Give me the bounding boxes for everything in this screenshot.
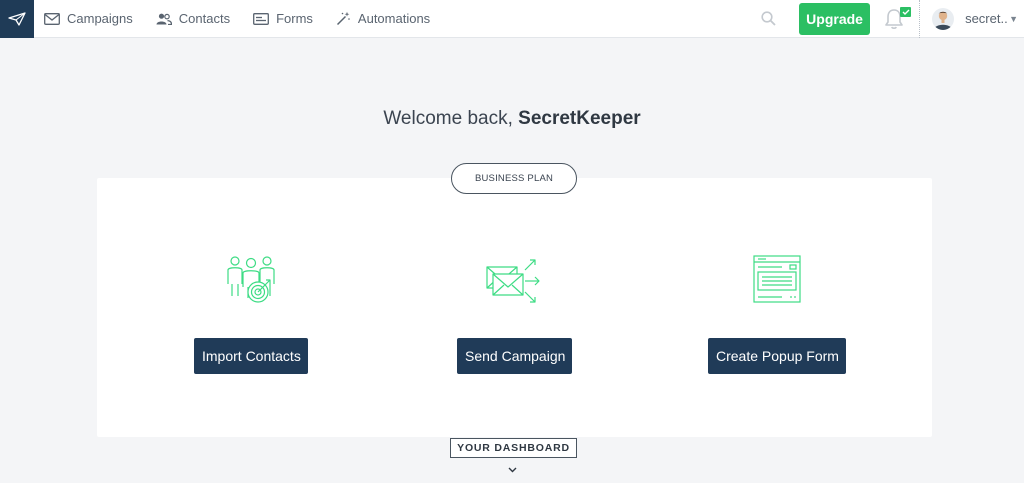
avatar <box>932 7 955 30</box>
create-popup-form-action: Create Popup Form <box>708 250 846 374</box>
notification-badge <box>900 6 912 17</box>
import-contacts-button[interactable]: Import Contacts <box>194 338 308 374</box>
search-button[interactable] <box>758 9 778 29</box>
top-navbar: Campaigns Contacts Forms Automations Upg… <box>0 0 1024 38</box>
people-icon <box>156 13 172 25</box>
welcome-prefix: Welcome back, <box>383 108 519 129</box>
user-avatar-icon <box>932 7 955 30</box>
plan-badge: BUSINESS PLAN <box>451 163 577 194</box>
import-contacts-action: Import Contacts <box>194 250 308 374</box>
welcome-username: SecretKeeper <box>518 108 641 129</box>
notifications-button[interactable] <box>883 6 912 31</box>
upgrade-button[interactable]: Upgrade <box>799 2 871 35</box>
nav-item-label: Contacts <box>178 11 231 26</box>
nav-item-contacts[interactable]: Contacts <box>156 0 230 38</box>
checkmark-icon <box>902 9 910 15</box>
logo[interactable] <box>0 0 34 38</box>
popup-form-icon <box>753 255 801 303</box>
main-nav: Campaigns Contacts Forms Automations <box>44 0 453 38</box>
dashboard-chevron-down-icon[interactable] <box>508 460 517 478</box>
nav-item-label: Automations <box>357 11 431 26</box>
send-campaign-button[interactable]: Send Campaign <box>457 338 572 374</box>
header-actions: Upgrade secret... ▼ <box>758 0 1024 38</box>
nav-item-campaigns[interactable]: Campaigns <box>44 0 133 38</box>
form-icon <box>253 12 270 25</box>
magic-wand-icon <box>336 11 350 26</box>
envelope-icon <box>44 12 60 25</box>
search-icon <box>760 11 776 26</box>
username: secret... <box>965 11 1008 26</box>
create-popup-form-button[interactable]: Create Popup Form <box>708 338 846 374</box>
paper-plane-logo-icon <box>8 11 26 26</box>
user-menu[interactable]: secret... ▼ <box>920 0 1024 38</box>
quick-actions-card <box>97 178 932 437</box>
contacts-target-icon <box>227 256 275 303</box>
nav-item-forms[interactable]: Forms <box>253 0 313 38</box>
nav-item-automations[interactable]: Automations <box>336 0 430 38</box>
nav-item-label: Forms <box>276 11 313 26</box>
welcome-heading: Welcome back, SecretKeeper <box>0 108 1024 130</box>
send-campaign-action: Send Campaign <box>457 250 572 374</box>
chevron-down-icon: ▼ <box>1009 13 1018 24</box>
send-mail-icon <box>485 259 540 303</box>
nav-item-label: Campaigns <box>67 11 133 26</box>
your-dashboard-tab[interactable]: YOUR DASHBOARD <box>450 438 577 458</box>
